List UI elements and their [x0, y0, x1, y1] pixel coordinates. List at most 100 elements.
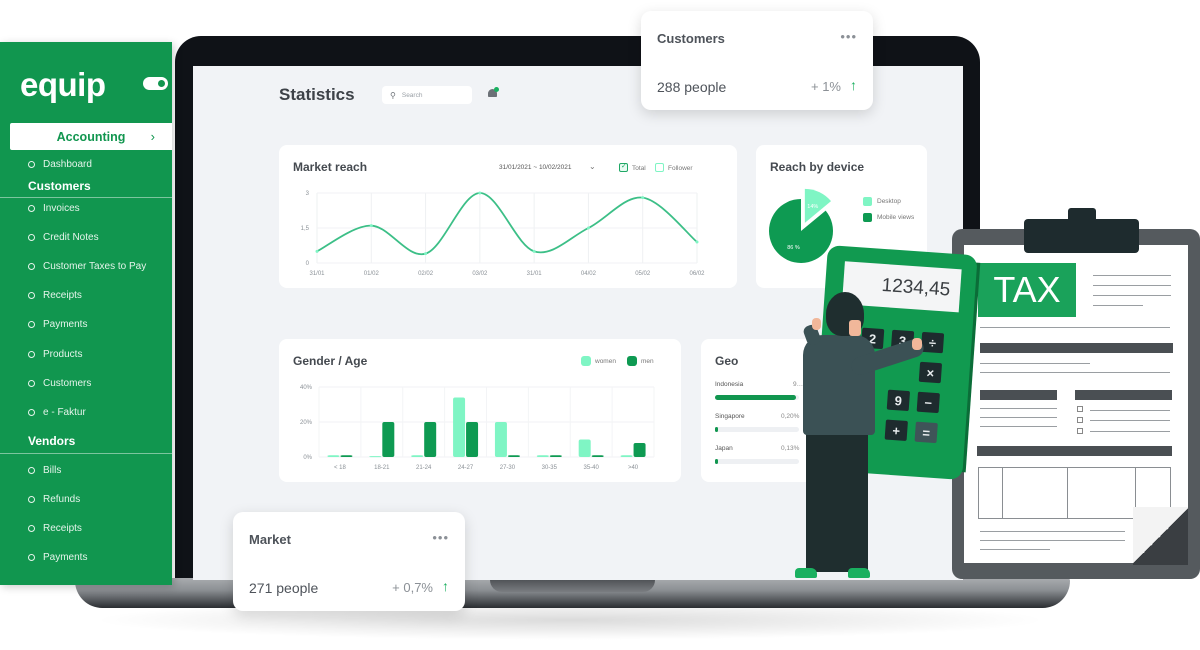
- bar-women: [578, 439, 591, 457]
- y-tick-label: 1,5: [301, 226, 310, 232]
- x-tick-label: 06/02: [689, 271, 705, 277]
- circle-icon: [28, 467, 35, 474]
- gender-age-chart: 0% 20% 40% < 18 18-21 21-24 24-27 27-30 30-35 35-…: [300, 385, 655, 471]
- circle-icon: [28, 554, 35, 562]
- geo-bar-japan: [715, 459, 799, 464]
- bar-women: [620, 455, 633, 457]
- geo-value-japan: 0,13%: [781, 445, 800, 452]
- geo-value-indonesia: 9…: [793, 381, 804, 388]
- data-point: [641, 196, 645, 200]
- geo-bar-indonesia: [715, 395, 799, 400]
- sidebar-item-payments[interactable]: Payments: [28, 552, 87, 563]
- sidebar-divider: [0, 197, 172, 198]
- notification-bell-icon[interactable]: [487, 87, 499, 99]
- customers-stat-change: + 1%: [811, 79, 841, 94]
- legend-swatch-desktop: [863, 197, 872, 206]
- bar-men: [424, 422, 437, 457]
- geo-country-singapore: Singapore: [715, 413, 745, 420]
- sidebar-item-e-faktur[interactable]: e - Faktur: [28, 407, 86, 418]
- series-line-total: [316, 192, 698, 256]
- customers-stat-card: Customers ••• 288 people + 1% ↑: [641, 11, 873, 110]
- page-title: Statistics: [279, 85, 355, 104]
- sidebar-item-label: Refunds: [43, 494, 81, 506]
- sidebar-item-label: Payments: [43, 319, 88, 331]
- x-tick-label: 30-35: [542, 465, 558, 471]
- sidebar-item-customer-taxes-to-pay[interactable]: Customer Taxes to Pay: [28, 261, 146, 272]
- circle-icon: [28, 496, 35, 504]
- more-options-icon[interactable]: •••: [840, 29, 857, 44]
- y-tick-label: 40%: [300, 385, 313, 391]
- bar-men: [507, 455, 520, 457]
- sidebar-item-label: Receipts: [43, 523, 82, 535]
- bar-women: [327, 455, 340, 457]
- x-tick-label: 04/02: [581, 271, 597, 277]
- geo-title: Geo: [715, 354, 739, 368]
- sidebar-heading-customers: Customers: [28, 179, 91, 193]
- bar-men: [591, 455, 604, 457]
- circle-icon: [28, 292, 35, 300]
- doc-bar: [980, 390, 1057, 400]
- sidebar-item-invoices[interactable]: Invoices: [28, 203, 80, 214]
- sidebar-item-label: Customer Taxes to Pay: [43, 261, 147, 273]
- gender-age-card: Gender / Age women men 0% 20% 40% < 18 18-21…: [279, 339, 681, 482]
- sidebar-item-label: Products: [43, 348, 83, 360]
- x-tick-label: 27-30: [500, 465, 516, 471]
- customers-stat-value: 288 people: [657, 79, 727, 95]
- doc-checkbox-icon: [1077, 406, 1083, 412]
- more-options-icon[interactable]: •••: [432, 530, 449, 545]
- sidebar-item-receipts[interactable]: Receipts: [28, 290, 82, 301]
- sidebar-item-label: Credit Notes: [43, 232, 99, 244]
- person-shoe: [795, 568, 817, 578]
- bar-women: [536, 455, 549, 457]
- tax-label: TAX: [978, 263, 1076, 317]
- sidebar-item-label: e - Faktur: [43, 406, 86, 418]
- sidebar-item-label: Receipts: [43, 290, 82, 302]
- bar-men: [549, 455, 562, 457]
- x-tick-label: 03/02: [472, 271, 488, 277]
- x-tick-label: 05/02: [635, 271, 651, 277]
- calc-key: ×: [918, 361, 943, 384]
- sidebar-item-credit-notes[interactable]: Credit Notes: [28, 232, 99, 243]
- y-tick-label: 20%: [300, 420, 313, 426]
- bar-men: [340, 455, 353, 457]
- accounting-menu-button[interactable]: Accounting ›: [10, 123, 172, 150]
- sidebar-item-refunds[interactable]: Refunds: [28, 494, 80, 505]
- sidebar-toggle[interactable]: [143, 77, 168, 90]
- data-point: [586, 226, 590, 230]
- sidebar-item-bills[interactable]: Bills: [28, 465, 61, 476]
- person-shoe: [848, 568, 870, 578]
- notification-dot: [494, 87, 499, 92]
- calc-key: =: [914, 421, 938, 444]
- doc-checkbox-icon: [1077, 417, 1083, 423]
- y-tick-label: 0: [306, 261, 310, 267]
- data-point: [695, 240, 699, 244]
- search-input[interactable]: ⚲ Search: [382, 86, 472, 104]
- sidebar-item-label: Customers: [43, 377, 92, 389]
- sidebar-item-products[interactable]: Products: [28, 349, 82, 360]
- sidebar-item-customers[interactable]: Customers: [28, 378, 91, 389]
- x-tick-label: 02/02: [418, 271, 434, 277]
- accounting-label: Accounting: [56, 129, 126, 144]
- sidebar-item-dashboard[interactable]: Dashboard: [28, 159, 92, 170]
- y-tick-label: 0%: [303, 455, 312, 461]
- y-tick-label: 3: [306, 191, 310, 197]
- market-stat-value: 271 people: [249, 580, 319, 596]
- chevron-right-icon: ›: [150, 129, 155, 144]
- pie-label: 86 %: [787, 245, 800, 251]
- sidebar-item-receipts[interactable]: Receipts: [28, 523, 82, 534]
- market-stat-title: Market: [249, 532, 291, 547]
- sidebar-heading-vendors: Vendors: [28, 434, 76, 448]
- sidebar-item-label: Bills: [43, 465, 62, 476]
- sidebar-item-payments[interactable]: Payments: [28, 319, 87, 330]
- calc-key: +: [884, 419, 908, 441]
- data-point: [315, 249, 319, 253]
- x-tick-label: >40: [628, 465, 639, 471]
- person-hand: [912, 338, 922, 350]
- doc-checkbox-icon: [1077, 428, 1083, 434]
- search-icon: ⚲: [390, 90, 396, 100]
- clip-top: [1024, 219, 1139, 253]
- data-point: [532, 249, 536, 253]
- arrow-up-icon: ↑: [442, 578, 449, 594]
- geo-country-japan: Japan: [715, 445, 733, 452]
- sidebar-item-label: Invoices: [43, 203, 80, 214]
